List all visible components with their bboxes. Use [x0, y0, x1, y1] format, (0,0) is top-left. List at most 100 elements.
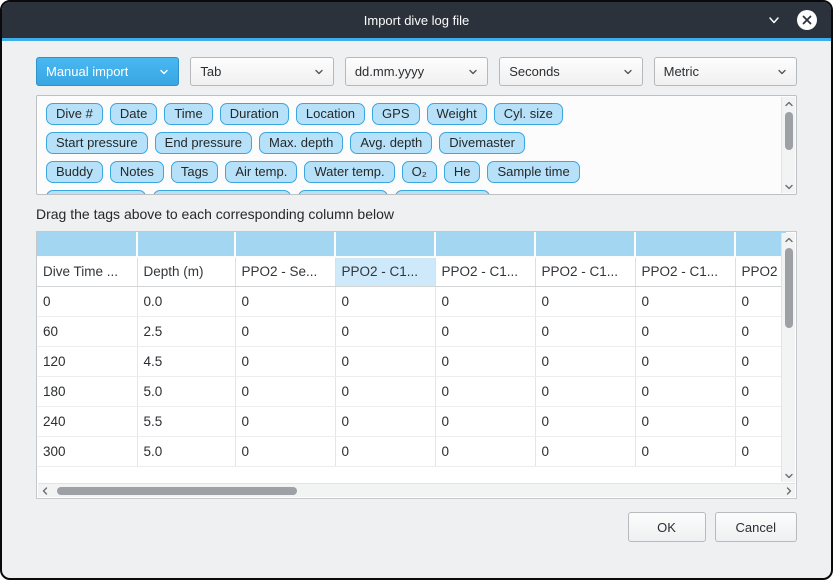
tag-row: Start pressure End pressure Max. depth Avg.… — [46, 132, 787, 154]
tag-buddy[interactable]: Buddy — [46, 161, 103, 183]
instruction-text: Drag the tags above to each correspondin… — [36, 206, 797, 222]
tag-dive[interactable]: Dive # — [46, 103, 103, 125]
table-cell: 0 — [735, 376, 787, 406]
tag-o[interactable]: O₂ — [402, 161, 437, 183]
table-cell: 0 — [435, 286, 535, 316]
column-drop-target[interactable] — [37, 232, 137, 257]
date-format-combo-value: dd.mm.yyyy — [355, 64, 424, 79]
tags-vertical-scrollbar[interactable] — [781, 97, 795, 193]
column-header: PPO2 - Se... — [235, 257, 335, 286]
column-drop-target[interactable] — [735, 232, 787, 257]
chevron-down-icon — [159, 67, 169, 77]
table-hscroll-track[interactable] — [51, 484, 782, 497]
date-format-combo[interactable]: dd.mm.yyyy — [345, 57, 488, 86]
tag-sample-po[interactable]: Sample pO₂ — [298, 190, 388, 195]
tag-row: Sample depth Sample temperature Sample pO₂… — [46, 190, 787, 195]
table-cell: 0 — [235, 286, 335, 316]
tag-cyl-size[interactable]: Cyl. size — [494, 103, 563, 125]
scroll-up-icon[interactable] — [782, 233, 795, 246]
column-drop-target[interactable] — [535, 232, 635, 257]
tag-avg-depth[interactable]: Avg. depth — [350, 132, 432, 154]
units-combo[interactable]: Metric — [654, 57, 797, 86]
column-drop-target[interactable] — [335, 232, 435, 257]
scroll-down-icon[interactable] — [782, 180, 795, 193]
import-preview-table: Dive Time ...Depth (m)PPO2 - Se...PPO2 -… — [37, 232, 788, 467]
tag-he[interactable]: He — [444, 161, 481, 183]
tag-date[interactable]: Date — [110, 103, 157, 125]
table-cell: 0 — [535, 376, 635, 406]
table-cell: 0 — [335, 286, 435, 316]
field-separator-combo[interactable]: Tab — [190, 57, 333, 86]
tags-list: Dive # Date Time Duration Location GPS Weight C… — [37, 96, 796, 195]
table-cell: 2.5 — [137, 316, 235, 346]
chevron-down-icon — [468, 67, 478, 77]
table-cell: 0 — [335, 316, 435, 346]
table-cell: 0 — [635, 286, 735, 316]
table-cell: 0 — [535, 346, 635, 376]
table-vertical-scrollbar[interactable] — [781, 233, 795, 482]
column-header: PPO2 — [735, 257, 787, 286]
column-drop-target[interactable] — [435, 232, 535, 257]
table-hscroll-thumb[interactable] — [57, 487, 297, 495]
chevron-down-icon — [314, 67, 324, 77]
import-dialog-window: Import dive log file Manual import Tab dd.… — [0, 0, 833, 580]
table-cell: 0 — [735, 316, 787, 346]
tag-divemaster[interactable]: Divemaster — [439, 132, 525, 154]
tags-scroll-track[interactable] — [782, 110, 795, 180]
ok-button[interactable]: OK — [628, 512, 706, 542]
table-cell: 0 — [535, 406, 635, 436]
tag-sample-cns[interactable]: Sample CNS — [395, 190, 490, 195]
tag-gps[interactable]: GPS — [372, 103, 419, 125]
column-header: PPO2 - C1... — [535, 257, 635, 286]
table-row: 602.5000000 — [37, 316, 787, 346]
table-vscroll-track[interactable] — [782, 246, 795, 469]
tags-scroll-thumb[interactable] — [785, 112, 793, 150]
scroll-up-icon[interactable] — [782, 97, 795, 110]
tag-sample-temperature[interactable]: Sample temperature — [153, 190, 291, 195]
import-mode-combo[interactable]: Manual import — [36, 57, 179, 86]
titlebar[interactable]: Import dive log file — [2, 2, 831, 38]
tag-start-pressure[interactable]: Start pressure — [46, 132, 148, 154]
drop-target-row — [37, 232, 787, 257]
import-mode-combo-value: Manual import — [46, 64, 128, 79]
column-drop-target[interactable] — [235, 232, 335, 257]
table-horizontal-scrollbar[interactable] — [38, 483, 795, 497]
window-title: Import dive log file — [2, 13, 831, 28]
table-cell: 5.5 — [137, 406, 235, 436]
tag-max-depth[interactable]: Max. depth — [259, 132, 343, 154]
tag-air-temp[interactable]: Air temp. — [225, 161, 297, 183]
column-drop-target[interactable] — [635, 232, 735, 257]
table-cell: 60 — [37, 316, 137, 346]
scroll-left-icon[interactable] — [38, 484, 51, 498]
table-cell: 0 — [435, 406, 535, 436]
tag-tags[interactable]: Tags — [171, 161, 218, 183]
tag-sample-depth[interactable]: Sample depth — [46, 190, 146, 195]
tag-weight[interactable]: Weight — [427, 103, 487, 125]
tag-duration[interactable]: Duration — [220, 103, 289, 125]
tag-sample-time[interactable]: Sample time — [487, 161, 579, 183]
table-cell: 0 — [435, 316, 535, 346]
table-vscroll-thumb[interactable] — [785, 248, 793, 328]
tag-end-pressure[interactable]: End pressure — [155, 132, 252, 154]
scroll-right-icon[interactable] — [782, 484, 795, 498]
tag-water-temp[interactable]: Water temp. — [304, 161, 394, 183]
table-cell: 0 — [535, 436, 635, 466]
table-cell: 0 — [335, 406, 435, 436]
tag-time[interactable]: Time — [164, 103, 212, 125]
table-cell: 240 — [37, 406, 137, 436]
table-cell: 0 — [735, 286, 787, 316]
time-format-combo[interactable]: Seconds — [499, 57, 642, 86]
time-format-combo-value: Seconds — [509, 64, 560, 79]
tag-location[interactable]: Location — [296, 103, 365, 125]
tag-notes[interactable]: Notes — [110, 161, 164, 183]
table-cell: 0 — [735, 406, 787, 436]
chevron-down-icon — [777, 67, 787, 77]
column-drop-target[interactable] — [137, 232, 235, 257]
close-icon[interactable] — [797, 10, 817, 30]
table-cell: 0 — [335, 346, 435, 376]
table-cell: 0 — [235, 406, 335, 436]
scroll-down-icon[interactable] — [782, 469, 795, 482]
table-cell: 0 — [635, 346, 735, 376]
cancel-button[interactable]: Cancel — [715, 512, 797, 542]
titlebar-chevron-down-icon[interactable] — [767, 13, 781, 27]
